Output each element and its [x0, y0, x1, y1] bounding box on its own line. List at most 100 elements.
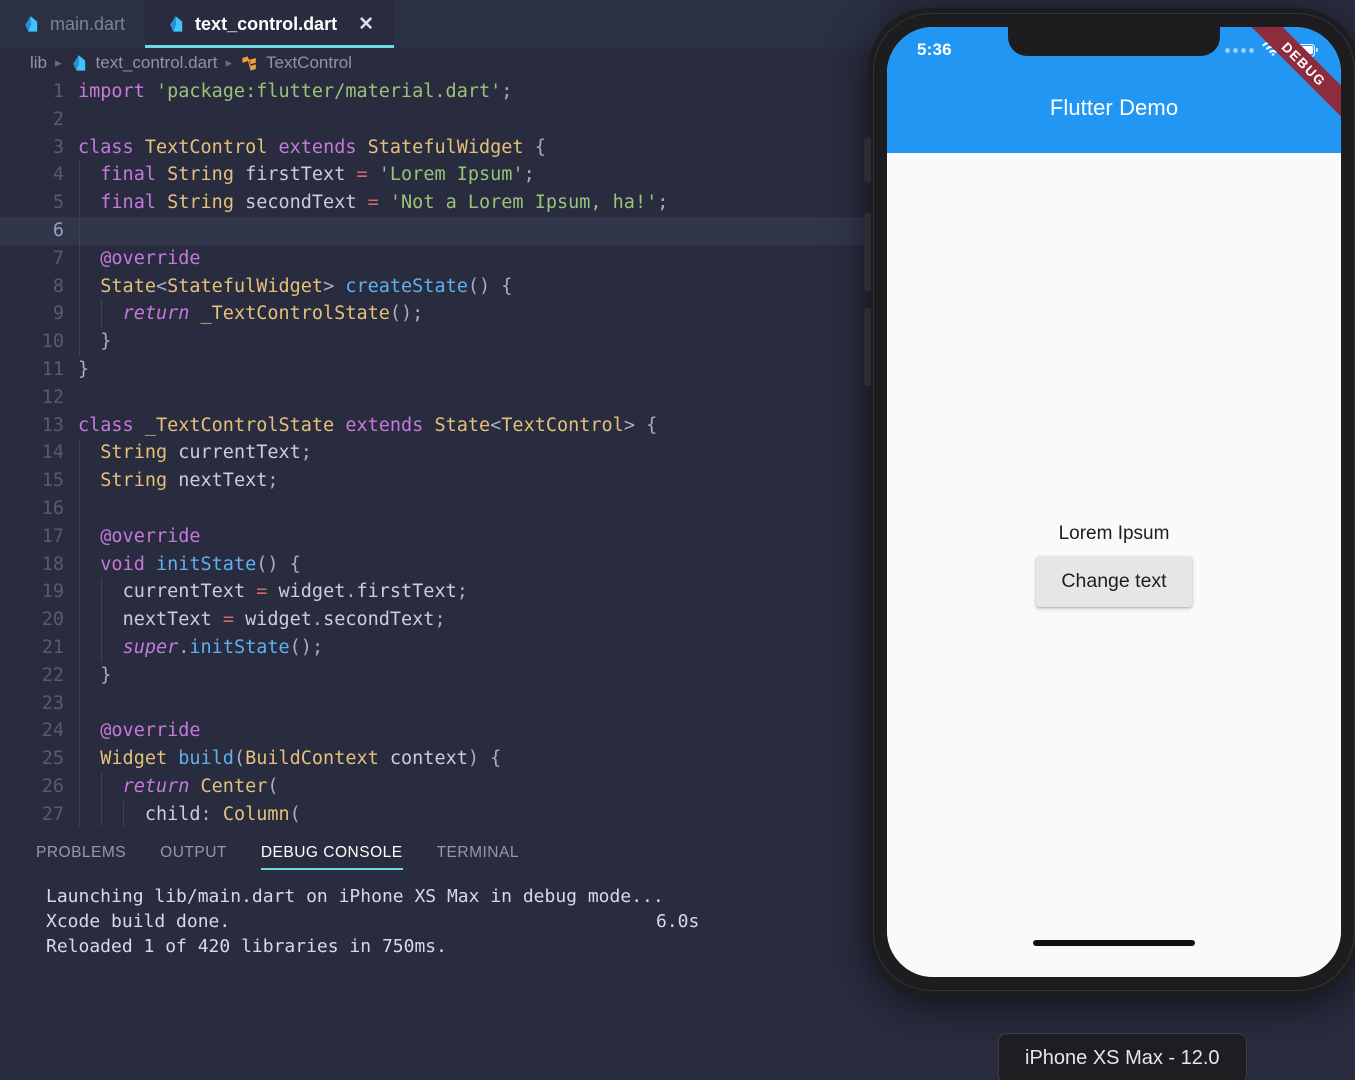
line-number: 17: [41, 525, 64, 547]
code-line-text: [78, 216, 880, 245]
code-line[interactable]: 8 State<StatefulWidget> createState() {: [0, 272, 880, 301]
editor-tab-main-dart[interactable]: main.dart: [0, 0, 145, 48]
editor-tab-label: main.dart: [50, 13, 126, 34]
chevron-right-icon: ▸: [55, 55, 62, 70]
code-line[interactable]: 11}: [0, 356, 880, 384]
code-line-text: }: [78, 358, 90, 380]
indent-guide: [79, 717, 80, 746]
code-line-text: @override: [78, 522, 880, 551]
breadcrumb-item-TextControl[interactable]: TextControl: [240, 53, 352, 73]
indent-guide: [101, 633, 102, 662]
volume-up-button[interactable]: [864, 213, 871, 291]
display-text: Lorem Ipsum: [1058, 523, 1170, 544]
dart-file-icon: [170, 16, 183, 32]
code-line[interactable]: 2: [0, 106, 880, 134]
code-line-text: currentText = widget.firstText;: [78, 578, 880, 607]
change-text-button[interactable]: Change text: [1036, 556, 1192, 607]
code-line-text: String nextText;: [78, 467, 880, 495]
indent-guide: [101, 578, 102, 607]
code-line-text: [78, 689, 880, 718]
indent-guide: [79, 633, 80, 662]
code-line-text: State<StatefulWidget> createState() {: [78, 272, 880, 301]
code-line-text: void initState() {: [78, 550, 880, 579]
code-line[interactable]: 16: [0, 494, 880, 523]
code-line[interactable]: 7 @override: [0, 244, 880, 273]
code-line-text: [78, 106, 880, 134]
code-line[interactable]: 10 }: [0, 328, 880, 356]
indent-guide: [79, 689, 80, 718]
active-tab-underline: [145, 45, 394, 48]
code-line[interactable]: 5 final String secondText = 'Not a Lorem…: [0, 189, 880, 217]
code-line[interactable]: 18 void initState() {: [0, 550, 880, 579]
home-indicator[interactable]: [1033, 940, 1195, 946]
panel-tab-label: PROBLEMS: [36, 844, 127, 861]
breadcrumb-item-lib[interactable]: lib: [30, 53, 47, 73]
line-number: 7: [52, 247, 64, 269]
code-line[interactable]: 24 @override: [0, 717, 880, 746]
console-line: Reloaded 1 of 420 libraries in 750ms.: [46, 934, 880, 959]
code-line-text: final String firstText = 'Lorem Ipsum';: [78, 161, 880, 190]
indent-guide: [79, 244, 80, 273]
ios-simulator: 5:36 Flutter Demo DEBUG Lorem Ipsum Chan…: [864, 8, 1355, 998]
code-editor[interactable]: 1 import 'package:flutter/material.dart';…: [0, 78, 880, 826]
status-bar-time: 5:36: [917, 40, 952, 59]
code-line-text: Widget build(BuildContext context) {: [78, 745, 880, 773]
line-number: 18: [41, 553, 64, 575]
code-line[interactable]: 17 @override: [0, 522, 880, 551]
console-line-duration: 6.0s: [656, 911, 700, 932]
breadcrumb: lib ▸ text_control.dart ▸ TextControl: [0, 48, 880, 78]
indent-guide: [79, 467, 80, 495]
panel-tab-debug-console[interactable]: DEBUG CONSOLE: [260, 844, 403, 870]
code-line[interactable]: 25 Widget build(BuildContext context) {: [0, 745, 880, 773]
line-number: 5: [52, 192, 64, 214]
indent-guide: [79, 800, 80, 826]
line-number: 11: [41, 358, 64, 380]
phone-screen[interactable]: 5:36 Flutter Demo DEBUG Lorem Ipsum Chan…: [887, 27, 1341, 977]
line-number: 19: [41, 581, 64, 603]
panel-tab-label: TERMINAL: [436, 844, 519, 861]
code-line-text: String currentText;: [78, 439, 880, 468]
breadcrumb-item-label: lib: [30, 53, 48, 72]
indent-guide: [79, 216, 80, 245]
code-line[interactable]: 15 String nextText;: [0, 467, 880, 495]
code-line[interactable]: 6: [0, 216, 880, 245]
code-line[interactable]: 9 return _TextControlState();: [0, 300, 880, 329]
code-line[interactable]: 13 class _TextControlState extends State<…: [0, 412, 880, 440]
editor-tab-text_control-dart[interactable]: text_control.dart ✕: [145, 0, 394, 48]
code-line[interactable]: 4 final String firstText = 'Lorem Ipsum'…: [0, 161, 880, 190]
code-line-text: import 'package:flutter/material.dart';: [78, 81, 513, 102]
indent-guide: [79, 772, 80, 801]
line-number: 26: [41, 775, 64, 797]
line-number: 22: [41, 664, 64, 686]
code-line[interactable]: 27 child: Column(: [0, 800, 880, 826]
code-line[interactable]: 14 String currentText;: [0, 439, 880, 468]
silent-switch-button[interactable]: [864, 138, 871, 182]
code-line[interactable]: 1 import 'package:flutter/material.dart';: [0, 78, 880, 106]
code-line[interactable]: 3 class TextControl extends StatefulWidge…: [0, 134, 880, 162]
code-line-text: return Center(: [78, 772, 880, 801]
panel-tab-problems[interactable]: PROBLEMS: [36, 844, 126, 870]
code-line[interactable]: 22 }: [0, 661, 880, 690]
console-line: Launching lib/main.dart on iPhone XS Max…: [46, 884, 880, 909]
line-number: 15: [41, 470, 64, 492]
close-icon[interactable]: ✕: [358, 15, 374, 34]
line-number: 4: [52, 164, 64, 186]
code-line[interactable]: 21 super.initState();: [0, 633, 880, 662]
breadcrumb-item-label: TextControl: [265, 53, 352, 72]
console-line: Xcode build done. 6.0s: [46, 909, 880, 934]
code-line-text: class _TextControlState extends State<Te…: [78, 414, 658, 436]
debug-console-output: Launching lib/main.dart on iPhone XS Max…: [0, 870, 880, 959]
code-line[interactable]: 23: [0, 689, 880, 718]
panel-tab-output[interactable]: OUTPUT: [160, 844, 227, 870]
device-selector-chip[interactable]: iPhone XS Max - 12.0: [998, 1033, 1247, 1080]
code-line[interactable]: 20 nextText = widget.secondText;: [0, 606, 880, 634]
indent-guide: [79, 328, 80, 356]
breadcrumb-item-text_control-dart[interactable]: text_control.dart: [70, 53, 217, 73]
code-line-text: child: Column(: [78, 800, 880, 826]
code-line[interactable]: 19 currentText = widget.firstText;: [0, 578, 880, 607]
indent-guide: [79, 189, 80, 217]
code-line[interactable]: 26 return Center(: [0, 772, 880, 801]
panel-tab-terminal[interactable]: TERMINAL: [437, 844, 519, 870]
code-line[interactable]: 12: [0, 384, 880, 412]
volume-down-button[interactable]: [864, 308, 871, 386]
